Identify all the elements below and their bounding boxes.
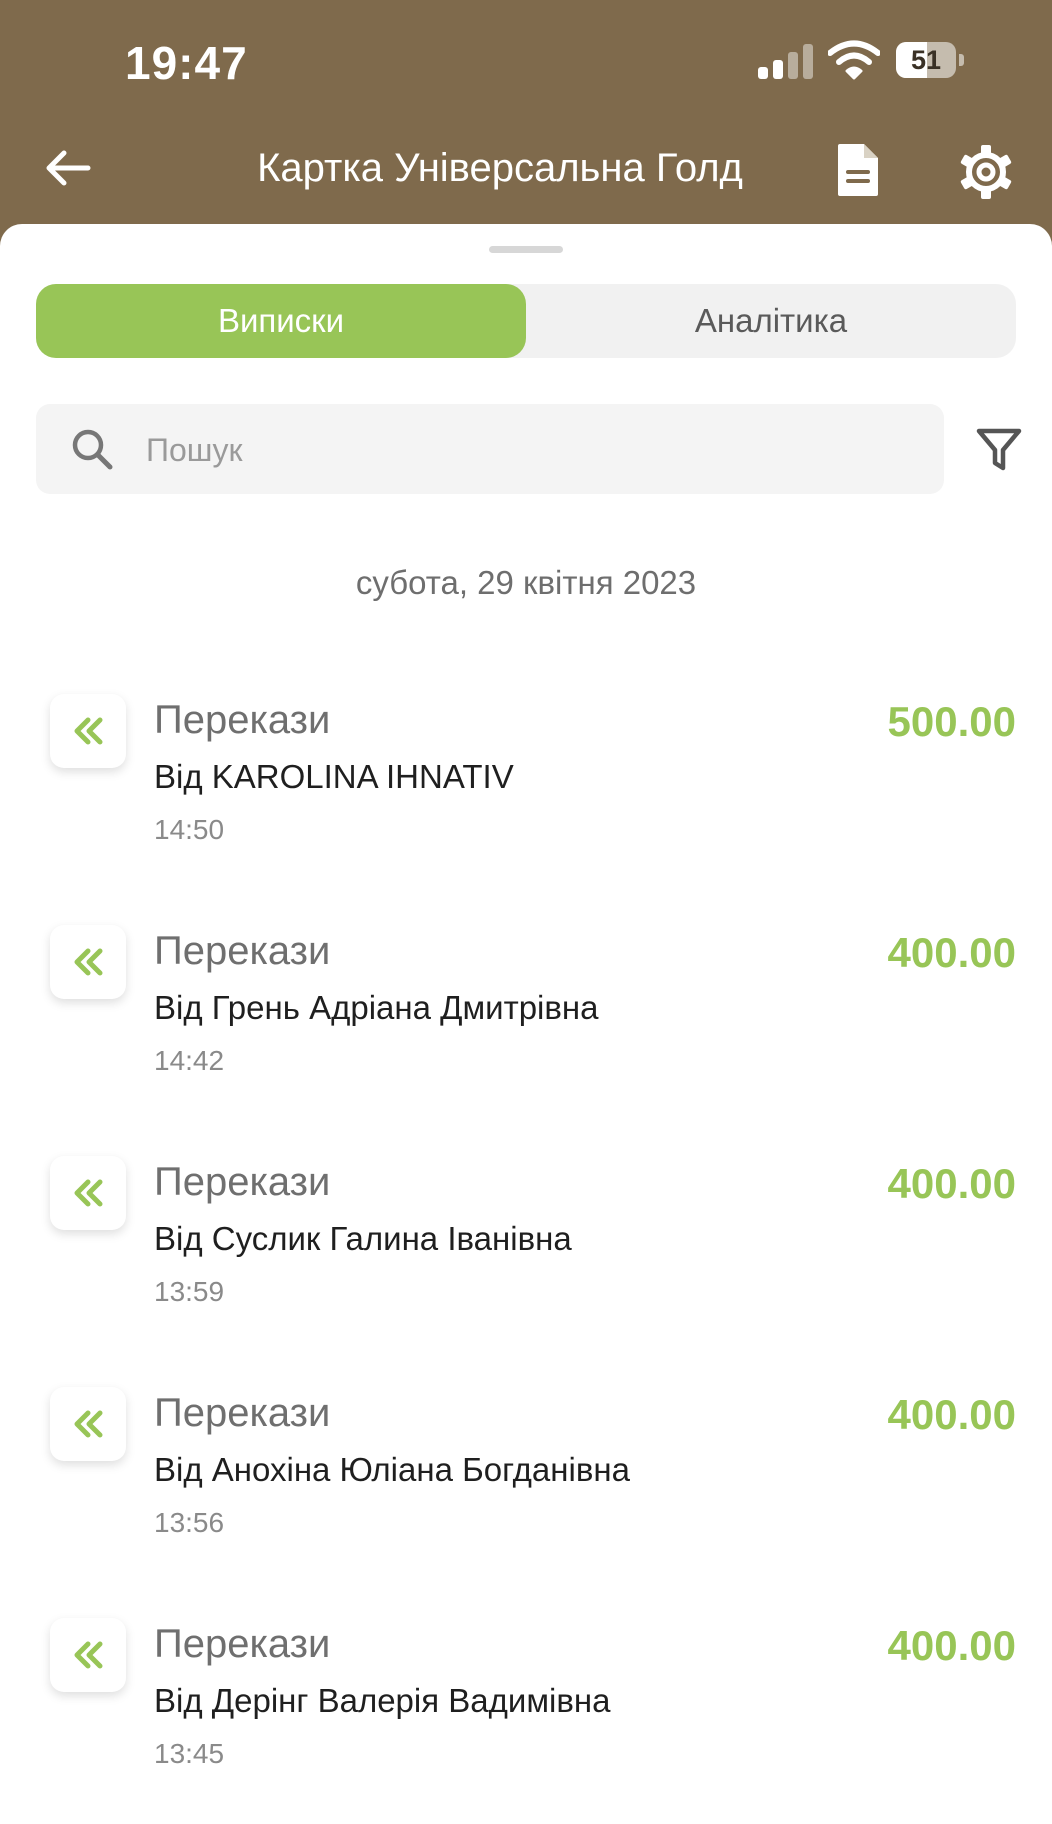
sheet-grabber[interactable] [489,246,563,253]
transaction-amount: 400.00 [887,929,1016,976]
double-chevron-left-icon [74,1410,103,1438]
transaction-time: 13:56 [154,1507,225,1538]
tab-statements[interactable]: Виписки [36,284,526,358]
back-arrow-icon[interactable] [40,140,96,196]
status-bar: 19:47 51 [0,0,1052,120]
transaction-icon-tile [50,925,126,999]
transaction-description: Від Дерінг Валерія Вадимівна [154,1682,611,1719]
transaction-description: Від KAROLINA IHNATIV [154,758,514,795]
battery-percent: 51 [910,45,942,75]
transaction-amount: 400.00 [887,1391,1016,1438]
transaction-row[interactable]: Перекази 400.00 Від Дерінг Валерія Вадим… [0,1598,1052,1798]
transaction-category: Перекази [154,698,331,742]
tab-analytics[interactable]: Аналітика [526,284,1016,358]
wifi-icon [828,40,880,80]
transaction-description: Від Грень Адріана Дмитрівна [154,989,599,1026]
transaction-row[interactable]: Перекази 500.00 Від KAROLINA IHNATIV 14:… [0,674,1052,874]
transaction-row[interactable]: Перекази 400.00 Від Грень Адріана Дмитрі… [0,905,1052,1105]
transaction-time: 13:45 [154,1738,225,1769]
transaction-category: Перекази [154,1160,331,1204]
date-group-header: субота, 29 квітня 2023 [355,564,697,601]
transaction-description: Від Анохіна Юліана Богданівна [154,1451,630,1488]
double-chevron-left-icon [74,948,103,976]
gear-icon[interactable] [956,142,1016,202]
page-title: Картка Універсальна Голд [257,146,743,190]
battery-icon: 51 [896,42,964,78]
search-input[interactable] [144,404,908,496]
double-chevron-left-icon [74,717,103,745]
transaction-row[interactable]: Перекази 400.00 Від Суслик Галина Іванів… [0,1136,1052,1336]
search-icon [72,429,113,470]
status-time: 19:47 [125,37,248,89]
transaction-category: Перекази [154,929,331,973]
double-chevron-left-icon [74,1179,103,1207]
transaction-icon-tile [50,1387,126,1461]
transaction-amount: 400.00 [887,1622,1016,1669]
tab-switcher: Виписки Аналітика [36,284,1016,358]
cellular-signal-icon [758,43,818,79]
transaction-category: Перекази [154,1391,331,1435]
transaction-icon-tile [50,1156,126,1230]
transaction-row[interactable]: Перекази 400.00 Від Анохіна Юліана Богда… [0,1367,1052,1567]
document-icon[interactable] [832,142,884,198]
statements-sheet: Виписки Аналітика субота, 29 квітня 2023… [0,224,1052,1824]
transaction-amount: 400.00 [887,1160,1016,1207]
filter-icon[interactable] [974,424,1024,474]
transaction-time: 14:50 [154,814,225,845]
search-bar [36,404,944,496]
transaction-icon-tile [50,694,126,768]
transaction-time: 13:59 [154,1276,225,1307]
transaction-description: Від Суслик Галина Іванівна [154,1220,572,1257]
app-header: Картка Універсальна Голд [0,120,1052,224]
transaction-amount: 500.00 [887,698,1016,745]
transaction-icon-tile [50,1618,126,1692]
transaction-category: Перекази [154,1622,331,1666]
double-chevron-left-icon [74,1641,103,1669]
transaction-time: 14:42 [154,1045,225,1076]
